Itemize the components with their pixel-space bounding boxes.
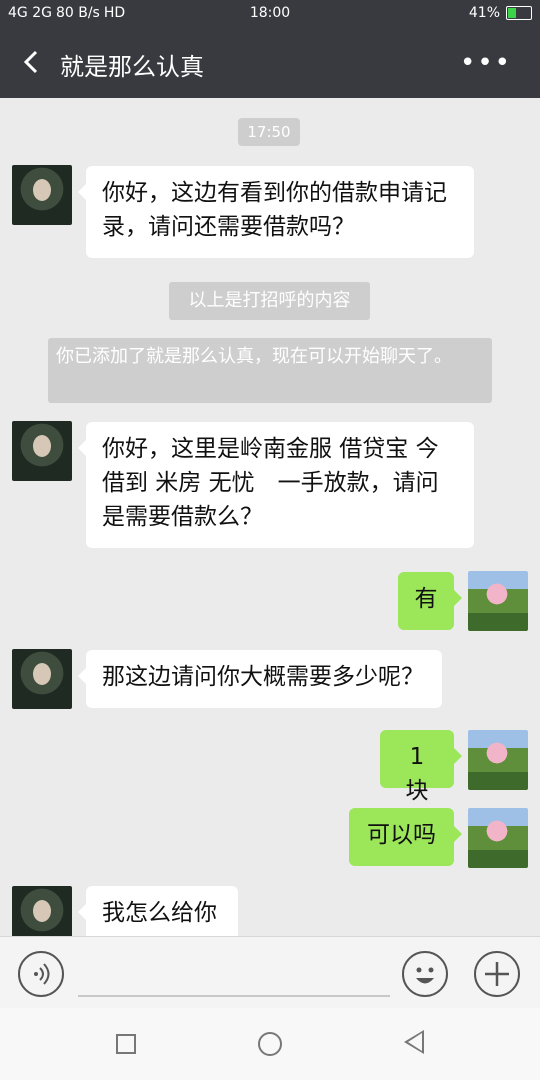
input-bar bbox=[0, 936, 540, 1009]
navigation-bar bbox=[0, 1008, 540, 1080]
battery-percent: 41% bbox=[468, 5, 500, 21]
status-right: 41% bbox=[469, 5, 532, 21]
contact-avatar[interactable] bbox=[12, 421, 72, 481]
status-bar: 4G 2G 80 B/s HD 18:00 41% bbox=[0, 0, 540, 28]
incoming-message[interactable]: 你好，这边有看到你的借款申请记录，请问还需要借款吗？ bbox=[78, 166, 474, 258]
contact-avatar[interactable] bbox=[12, 649, 72, 709]
recent-apps-icon[interactable] bbox=[116, 1034, 136, 1054]
outgoing-message[interactable]: 有 bbox=[398, 572, 462, 630]
my-avatar[interactable] bbox=[468, 571, 528, 631]
home-icon[interactable] bbox=[258, 1032, 282, 1056]
incoming-message[interactable]: 那这边请问你大概需要多少呢？ bbox=[78, 650, 442, 708]
outgoing-message[interactable]: 可以吗 bbox=[349, 808, 462, 866]
incoming-message[interactable]: 我怎么给你 bbox=[78, 886, 238, 936]
voice-icon bbox=[34, 963, 50, 985]
back-nav-icon[interactable] bbox=[404, 1030, 424, 1054]
message-input[interactable] bbox=[78, 995, 390, 997]
chat-area[interactable]: 17:50 你好，这边有看到你的借款申请记录，请问还需要借款吗？ 以上是打招呼的… bbox=[0, 98, 540, 936]
contact-avatar[interactable] bbox=[12, 886, 72, 936]
outgoing-message[interactable]: 1 块 bbox=[380, 730, 462, 804]
system-message: 你已添加了就是那么认真，现在可以开始聊天了。 bbox=[48, 338, 492, 403]
battery-icon bbox=[506, 6, 532, 20]
incoming-message[interactable]: 你好，这里是岭南金服 借贷宝 今借到 米房 无忧 一手放款，请问是需要借款么？ bbox=[78, 422, 474, 548]
more-menu-icon[interactable]: ••• bbox=[460, 48, 512, 78]
my-avatar[interactable] bbox=[468, 730, 528, 790]
title-bar: 就是那么认真 ••• bbox=[0, 28, 540, 98]
plus-button[interactable] bbox=[474, 951, 520, 997]
status-time: 18:00 bbox=[249, 5, 291, 21]
system-message: 以上是打招呼的内容 bbox=[169, 282, 370, 320]
battery-fill bbox=[508, 8, 516, 18]
timestamp: 17:50 bbox=[238, 118, 300, 146]
my-avatar[interactable] bbox=[468, 808, 528, 868]
contact-avatar[interactable] bbox=[12, 165, 72, 225]
voice-button[interactable] bbox=[18, 951, 64, 997]
back-arrow-icon[interactable] bbox=[20, 50, 44, 74]
emoji-icon bbox=[416, 967, 434, 984]
plus-icon bbox=[485, 962, 509, 986]
emoji-button[interactable] bbox=[402, 951, 448, 997]
chat-title: 就是那么认真 bbox=[60, 53, 204, 81]
